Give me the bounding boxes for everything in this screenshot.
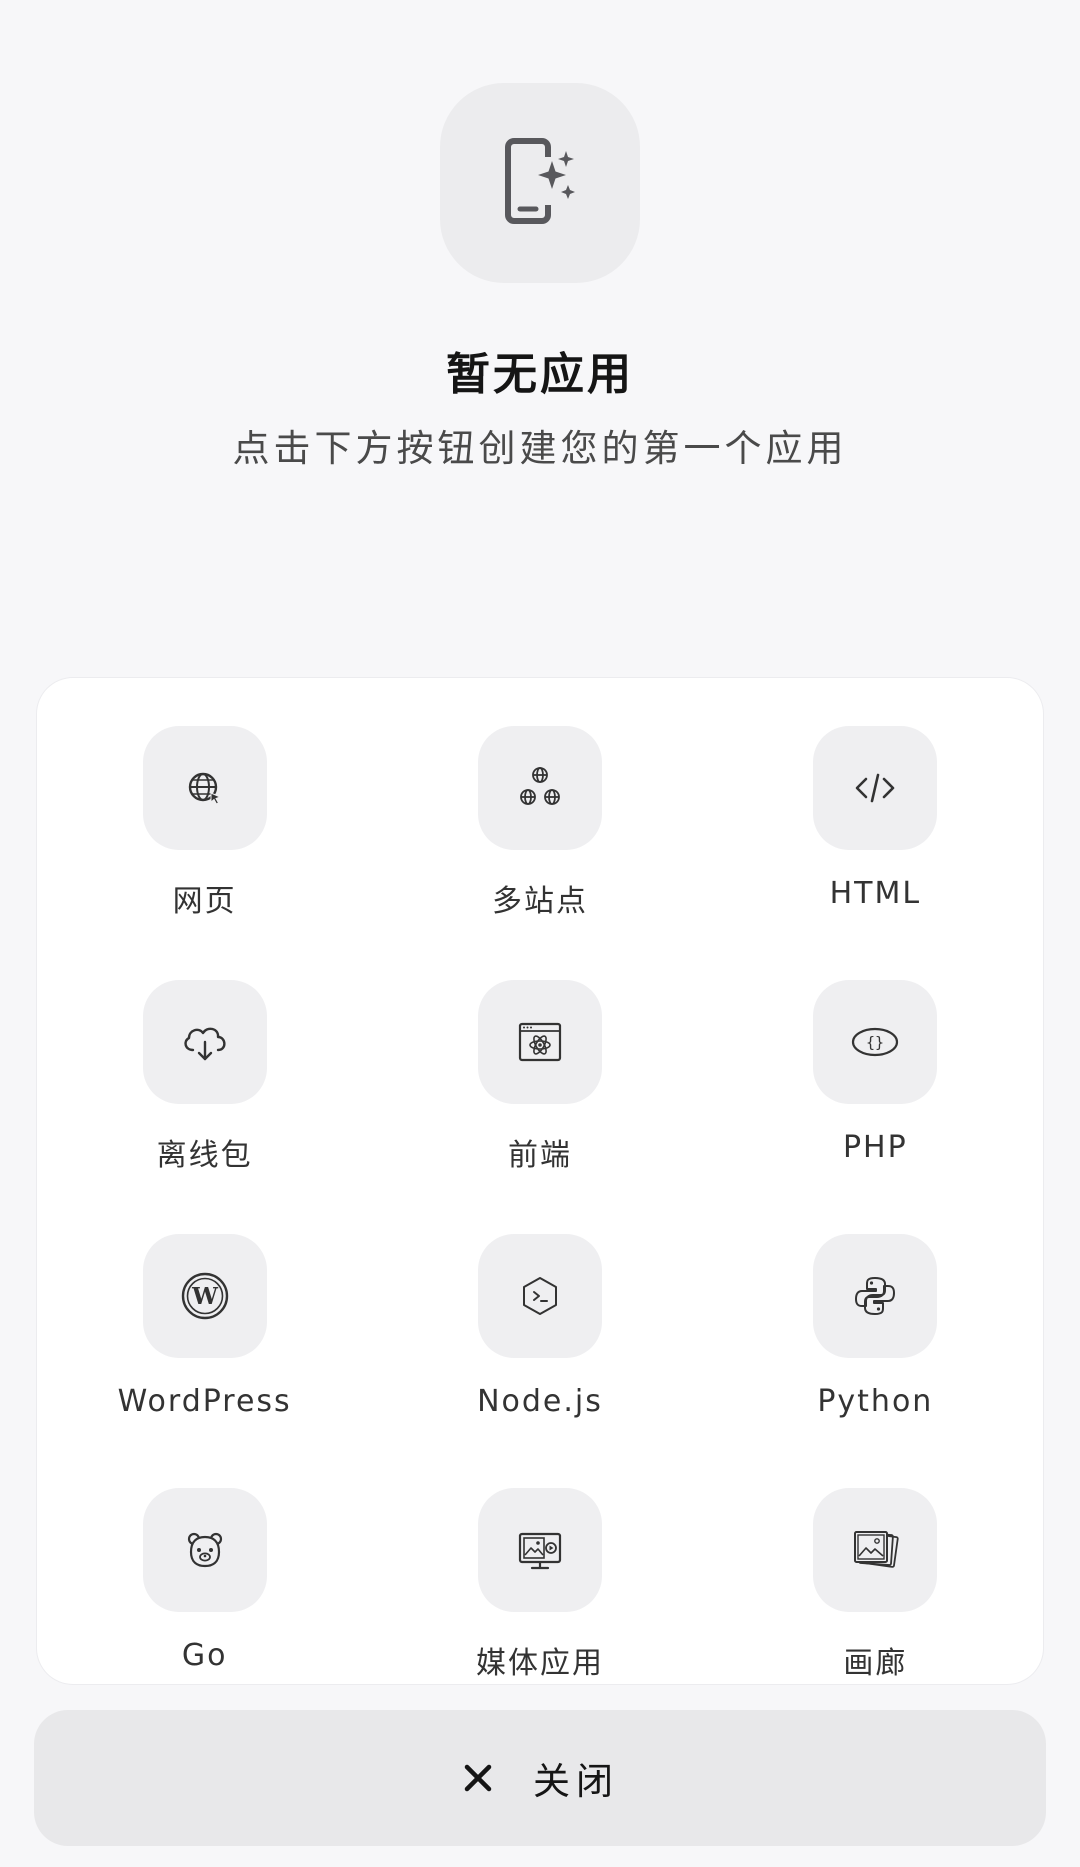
template-label: HTML xyxy=(829,876,922,911)
template-php-icon-tile[interactable]: {} xyxy=(813,980,938,1104)
template-multisite-icon-tile[interactable] xyxy=(477,726,602,850)
php-braces-icon: {} xyxy=(852,1027,899,1057)
template-label: 网页 xyxy=(172,884,237,919)
gopher-icon xyxy=(187,1532,222,1568)
template-go[interactable]: Go xyxy=(37,1488,372,1684)
svg-text:{}: {} xyxy=(866,1034,884,1052)
template-label: Python xyxy=(817,1384,934,1419)
close-icon xyxy=(464,1764,492,1792)
template-label: 媒体应用 xyxy=(475,1646,604,1681)
template-label: WordPress xyxy=(117,1384,292,1419)
template-label: Go xyxy=(181,1638,228,1673)
cloud-download-icon xyxy=(183,1027,226,1061)
empty-state-icon-container xyxy=(440,83,640,283)
template-wordpress-icon-tile[interactable]: W xyxy=(142,1234,267,1358)
globe-cursor-icon xyxy=(188,772,221,805)
template-media-app[interactable]: 媒体应用 xyxy=(372,1488,707,1684)
react-window-icon xyxy=(518,1022,562,1062)
svg-text:W: W xyxy=(191,1283,219,1310)
template-web-icon-tile[interactable] xyxy=(142,726,267,850)
mobile-sparkle-icon xyxy=(505,138,575,224)
wordpress-icon: W xyxy=(181,1272,228,1320)
template-label: 离线包 xyxy=(156,1138,253,1173)
template-grid: 网页 多站点 HTML 离线包 前端 {} PHP W WordPress No… xyxy=(37,726,1043,1684)
template-label: 画廊 xyxy=(843,1646,908,1681)
template-offline-package-icon-tile[interactable] xyxy=(142,980,267,1104)
multi-globe-icon xyxy=(520,767,560,805)
close-button-label: 关闭 xyxy=(533,1760,619,1803)
template-python-icon-tile[interactable] xyxy=(813,1234,938,1358)
template-wordpress[interactable]: W WordPress xyxy=(37,1234,372,1488)
media-monitor-icon xyxy=(518,1532,562,1570)
empty-state-title: 暂无应用 xyxy=(446,349,634,400)
template-html[interactable]: HTML xyxy=(708,726,1043,980)
template-gallery[interactable]: 画廊 xyxy=(708,1488,1043,1684)
python-icon xyxy=(855,1277,896,1315)
template-label: 多站点 xyxy=(491,884,588,919)
template-multisite[interactable]: 多站点 xyxy=(372,726,707,980)
template-python[interactable]: Python xyxy=(708,1234,1043,1488)
template-offline-package[interactable]: 离线包 xyxy=(37,980,372,1234)
template-label: PHP xyxy=(842,1130,908,1165)
template-html-icon-tile[interactable] xyxy=(813,726,938,850)
close-button[interactable]: 关闭 xyxy=(34,1710,1046,1846)
template-go-icon-tile[interactable] xyxy=(142,1488,267,1612)
template-php[interactable]: {} PHP xyxy=(708,980,1043,1234)
gallery-icon xyxy=(854,1531,899,1568)
template-label: 前端 xyxy=(507,1138,572,1173)
template-nodejs[interactable]: Node.js xyxy=(372,1234,707,1488)
template-label: Node.js xyxy=(477,1384,603,1419)
code-brackets-icon xyxy=(856,773,895,803)
template-media-app-icon-tile[interactable] xyxy=(477,1488,602,1612)
template-gallery-icon-tile[interactable] xyxy=(813,1488,938,1612)
template-web[interactable]: 网页 xyxy=(37,726,372,980)
template-frontend[interactable]: 前端 xyxy=(372,980,707,1234)
template-nodejs-icon-tile[interactable] xyxy=(477,1234,602,1358)
app-template-sheet: 网页 多站点 HTML 离线包 前端 {} PHP W WordPress No… xyxy=(37,678,1043,1684)
template-frontend-icon-tile[interactable] xyxy=(477,980,602,1104)
empty-state-subtitle: 点击下方按钮创建您的第一个应用 xyxy=(232,427,848,470)
nodejs-hexagon-icon xyxy=(522,1277,557,1315)
